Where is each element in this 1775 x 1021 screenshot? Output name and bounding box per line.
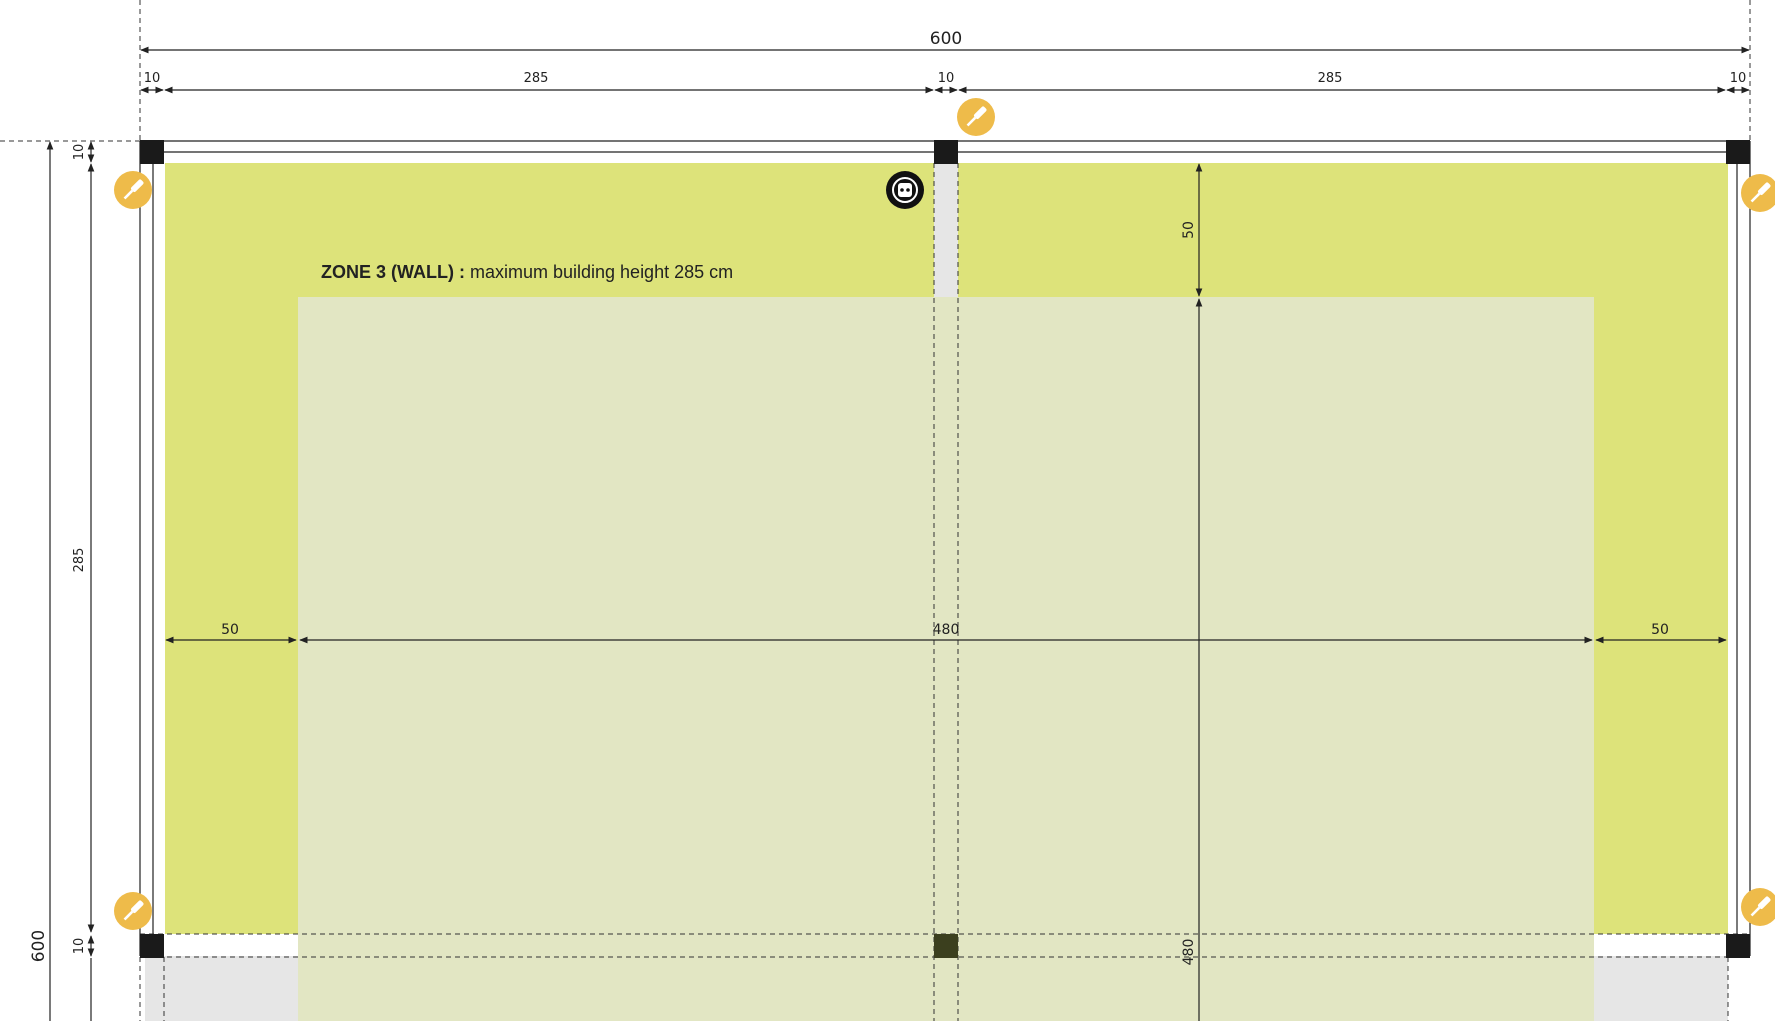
dim-inner-right-band: 50 bbox=[1651, 622, 1669, 638]
post-gap-strip bbox=[934, 163, 958, 298]
dim-inner-width: 480 bbox=[933, 622, 960, 638]
screwdriver-icon bbox=[1741, 888, 1775, 926]
power-socket-icon bbox=[886, 171, 924, 209]
dim-inner-height: 480 bbox=[1181, 939, 1197, 966]
post-bottom-right bbox=[1726, 934, 1750, 958]
zone-label-title: ZONE 3 (WALL) : bbox=[321, 262, 465, 282]
dim-left-bottom-margin: 10 bbox=[72, 938, 87, 955]
ground-area-bottom-right bbox=[1594, 956, 1728, 1021]
screwdriver-icon bbox=[114, 171, 152, 209]
zone3-wall-top-right bbox=[958, 163, 1728, 297]
zone-label: ZONE 3 (WALL) : maximum building height … bbox=[321, 262, 733, 282]
dim-inner-depth: 50 bbox=[1181, 221, 1197, 239]
post-bottom-center bbox=[934, 934, 958, 958]
dim-top-left-span: 285 bbox=[524, 71, 549, 86]
screwdriver-icon bbox=[114, 892, 152, 930]
dim-top-mid-gap: 10 bbox=[938, 71, 955, 86]
post-top-center bbox=[934, 140, 958, 164]
floor-plan-diagram: 600 10 285 10 285 10 600 10 285 10 50 48… bbox=[0, 0, 1775, 1021]
dim-left-span: 285 bbox=[72, 548, 87, 573]
dim-total-height: 600 bbox=[29, 930, 49, 962]
post-top-left bbox=[140, 140, 164, 164]
screwdriver-icon bbox=[1741, 174, 1775, 212]
dim-total-width: 600 bbox=[930, 29, 962, 49]
dim-inner-left-band: 50 bbox=[221, 622, 239, 638]
zone-label-desc: maximum building height 285 cm bbox=[465, 262, 733, 282]
zone-inner-area bbox=[298, 297, 1594, 1021]
screwdriver-icon bbox=[957, 98, 995, 136]
post-top-right bbox=[1726, 140, 1750, 164]
zone3-wall-left bbox=[165, 297, 298, 934]
dim-top-right-span: 285 bbox=[1318, 71, 1343, 86]
dim-top-left-margin: 10 bbox=[144, 71, 161, 86]
ground-area-bottom-left bbox=[145, 956, 298, 1021]
dim-top-right-margin: 10 bbox=[1730, 71, 1747, 86]
post-bottom-left bbox=[140, 934, 164, 958]
dim-left-top-margin: 10 bbox=[72, 144, 87, 161]
zone3-wall-right bbox=[1594, 297, 1728, 934]
